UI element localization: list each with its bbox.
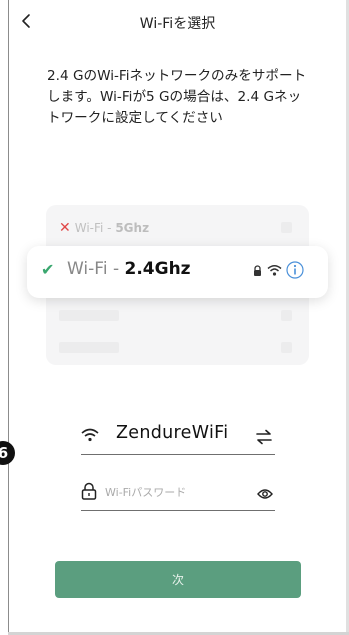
next-button[interactable]: 次 (55, 561, 301, 598)
next-button-label: 次 (171, 573, 184, 587)
supported-prefix: Wi-Fi - (67, 259, 125, 279)
header: Wi-Fiを選択 (9, 0, 346, 42)
placeholder-block (281, 342, 292, 353)
page-title: Wi-Fiを選択 (139, 16, 216, 32)
placeholder-bar (59, 310, 119, 321)
frame-left-border (8, 0, 9, 635)
supported-network-label: Wi-Fi - 2.4Ghz (67, 259, 191, 279)
lock-icon (254, 265, 261, 276)
password-input[interactable] (105, 480, 245, 504)
supported-network-card: ✔ Wi-Fi - 2.4Ghz (27, 246, 328, 298)
placeholder-block (281, 310, 292, 321)
wifi-icon (81, 428, 99, 442)
switch-network-button[interactable] (255, 429, 273, 449)
check-icon: ✔ (41, 260, 55, 279)
eye-icon (257, 489, 273, 499)
password-field-row (81, 478, 275, 511)
swap-icon (256, 429, 272, 445)
support-description: 2.4 GのWi-Fiネットワークのみをサポートします。Wi-Fiが5 Gの場合… (47, 68, 307, 126)
step-badge: 6 (0, 441, 15, 465)
wifi-selector[interactable]: ZendureWiFi (81, 420, 275, 455)
info-icon[interactable] (286, 261, 304, 279)
unsupported-network-row: ✕ Wi-Fi - 5Ghz (59, 220, 149, 236)
unsupported-band: 5Ghz (115, 221, 150, 235)
wifi-signal-icon (267, 265, 282, 276)
supported-band: 2.4Ghz (124, 259, 191, 279)
cross-icon: ✕ (59, 220, 71, 236)
placeholder-block (281, 222, 292, 233)
toggle-password-visibility-button[interactable] (257, 485, 273, 504)
lock-icon (81, 482, 97, 500)
unsupported-prefix: Wi-Fi - (74, 221, 116, 235)
placeholder-bar (59, 342, 119, 353)
wifi-ssid: ZendureWiFi (116, 423, 229, 443)
